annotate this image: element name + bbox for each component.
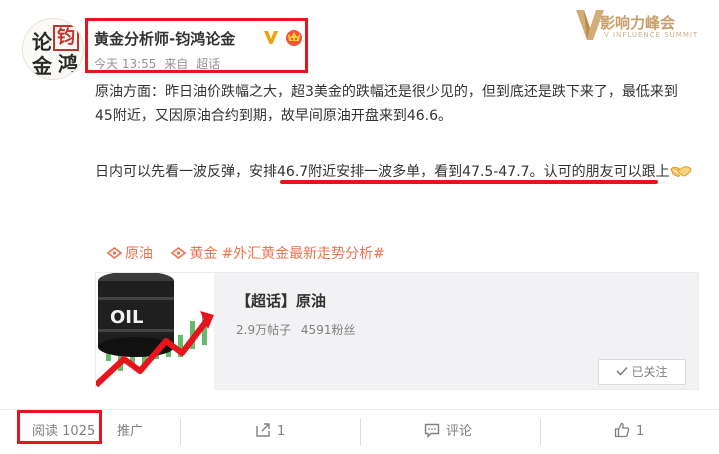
- crude-oil-thumbnail: OIL: [96, 273, 214, 391]
- followed-button[interactable]: 已关注: [598, 359, 686, 385]
- hashtag-link[interactable]: #外汇黄金最新走势分析#: [221, 246, 384, 262]
- topic-links: 原油 黄金 #外汇黄金最新走势分析#: [107, 243, 385, 263]
- repost-icon: [256, 423, 270, 437]
- topic-label: 黄金: [189, 246, 218, 262]
- thumbs-up-icon: [614, 422, 630, 438]
- paragraph-2-highlight: 安排46.7附近安排一波多单，看到47.5-47.7。: [249, 164, 544, 180]
- brand-logo-subtitle: V INFLUENCE SUMMIT: [604, 31, 699, 39]
- divider: [180, 419, 181, 445]
- supertopic-stats: 2.9万帖子 4591粉丝: [236, 321, 361, 338]
- divider: [360, 419, 361, 445]
- paragraph-2-start: 日内可以先看一波反弹，: [95, 164, 249, 180]
- post-paragraph-1: 原油方面：昨日油价跌幅之大，超3美金的跌幅还是很少见的，但到底还是跌下来了，最低…: [95, 84, 678, 124]
- read-count-highlight-box: [17, 410, 102, 444]
- repost-count: 1: [277, 424, 286, 439]
- author-highlight-box: [85, 18, 308, 73]
- topic-link-gold[interactable]: 黄金: [171, 243, 217, 263]
- followed-label: 已关注: [631, 365, 668, 379]
- paragraph-2-end: 认可的朋友可以跟上: [543, 164, 670, 180]
- handshake-emoji-icon: [670, 166, 692, 177]
- topic-tag-icon: [171, 247, 187, 259]
- supertopic-posts: 2.9万帖子: [236, 323, 292, 337]
- comment-button[interactable]: 评论: [424, 410, 472, 454]
- supertopic-card[interactable]: OIL 【超话】原油 2.9万帖子 4591粉丝 已关注: [95, 272, 699, 391]
- supertopic-title: 【超话】原油: [236, 292, 327, 310]
- comment-label: 评论: [446, 424, 473, 439]
- supertopic-fans: 4591粉丝: [300, 323, 356, 337]
- promote-button[interactable]: 推广: [117, 410, 143, 454]
- repost-button[interactable]: 1: [255, 410, 285, 454]
- like-button[interactable]: 1: [614, 410, 644, 454]
- highlight-underline: [280, 180, 658, 184]
- topic-link-crude-oil[interactable]: 原油: [107, 243, 153, 263]
- brand-logo-text: 影响力峰会: [600, 14, 676, 32]
- avatar-char: 钧: [53, 25, 79, 51]
- divider: [540, 419, 541, 445]
- weibo-post-card: 论 钧 金 鸿 黄金分析师-钧鸿论金 今天 13:55 来自 超话 影响力峰会 …: [0, 0, 719, 454]
- check-icon: [616, 366, 629, 376]
- topic-label: 原油: [125, 246, 153, 262]
- like-count: 1: [636, 424, 645, 439]
- avatar[interactable]: 论 钧 金 鸿: [22, 18, 84, 80]
- action-bar: 阅读 1025 推广 1 评论 1: [0, 409, 719, 454]
- avatar-char: 鸿: [58, 52, 78, 76]
- barrel-label: OIL: [110, 307, 143, 328]
- comment-icon: [424, 423, 440, 438]
- topic-tag-icon: [107, 247, 122, 259]
